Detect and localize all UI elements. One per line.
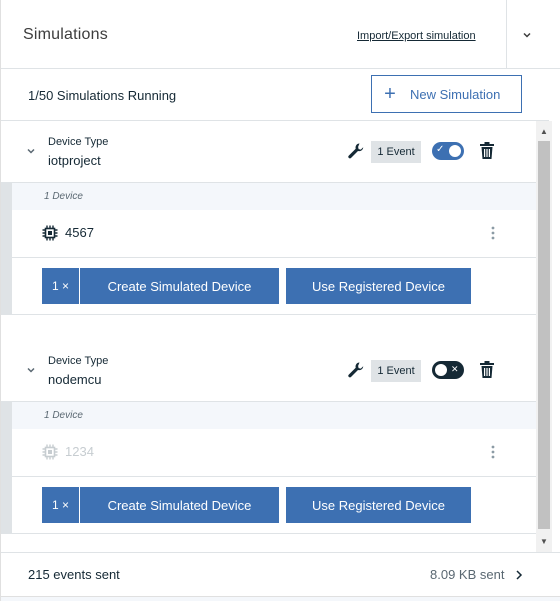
use-registered-device-button[interactable]: Use Registered Device [286, 487, 471, 523]
chevron-down-icon [523, 32, 531, 38]
running-count: 1/50 Simulations Running [28, 88, 177, 103]
checkmark-icon: ✓ [436, 144, 445, 155]
device-row[interactable]: 1234 [12, 429, 536, 477]
device-count-bar [12, 183, 536, 210]
scrollbar-thumb[interactable] [538, 141, 550, 529]
panel-bottom-edge [1, 596, 560, 601]
device-type-label: Device Type [48, 355, 109, 367]
wrench-icon[interactable] [347, 361, 365, 379]
simulation-toggle[interactable]: ✓ [432, 142, 464, 160]
vertical-scrollbar[interactable]: ▲ ▼ [536, 121, 552, 552]
device-type-label: Device Type [48, 136, 109, 148]
section-rail [1, 402, 12, 534]
new-simulation-button[interactable]: + New Simulation [371, 75, 522, 113]
section-spacer [1, 315, 536, 340]
use-registered-device-button[interactable]: Use Registered Device [286, 268, 471, 304]
device-count-label: 1 Device [44, 410, 83, 421]
scroll-down-arrow-icon[interactable]: ▼ [536, 533, 552, 550]
device-id: 4567 [65, 225, 94, 240]
trash-icon[interactable] [479, 361, 495, 379]
toggle-knob [449, 145, 461, 157]
import-export-link[interactable]: Import/Export simulation [357, 30, 476, 42]
simulations-panel: Simulations Import/Export simulation 1/5… [0, 0, 560, 601]
overflow-menu-icon[interactable] [488, 224, 498, 242]
event-count-badge[interactable]: 1 Event [371, 141, 421, 163]
chevron-down-icon[interactable] [25, 145, 37, 157]
chevron-down-icon[interactable] [25, 364, 37, 376]
device-section: 1 Device 1234 1 × Create Simulated Devic… [1, 402, 536, 534]
chip-icon [42, 225, 58, 241]
collapse-button[interactable] [507, 0, 547, 69]
device-actions: 1 × Create Simulated Device Use Register… [12, 258, 536, 315]
device-id: 1234 [65, 444, 94, 459]
device-row[interactable]: 4567 [12, 210, 536, 258]
toggle-knob [435, 364, 447, 376]
device-type-header: Device Type nodemcu 1 Event ✕ [1, 340, 536, 402]
data-sent[interactable]: 8.09 KB sent [430, 567, 504, 582]
plus-icon: + [384, 83, 396, 105]
device-count-bar [12, 402, 536, 429]
trash-icon[interactable] [479, 142, 495, 160]
device-type-header: Device Type iotproject 1 Event ✓ [1, 121, 536, 183]
simulation-list: Device Type iotproject 1 Event ✓ 1 Devic… [1, 121, 549, 552]
close-icon: ✕ [451, 364, 459, 374]
device-actions: 1 × Create Simulated Device Use Register… [12, 477, 536, 534]
wrench-icon[interactable] [347, 142, 365, 160]
create-simulated-device-button[interactable]: Create Simulated Device [80, 487, 279, 523]
quantity-selector[interactable]: 1 × [42, 268, 79, 304]
panel-header: Simulations Import/Export simulation [1, 0, 560, 69]
running-status-bar: 1/50 Simulations Running + New Simulatio… [1, 69, 549, 121]
device-section: 1 Device 4567 1 × Create Simulated Devic… [1, 183, 536, 315]
simulation-toggle[interactable]: ✕ [432, 361, 464, 379]
scroll-up-arrow-icon[interactable]: ▲ [536, 123, 552, 140]
new-simulation-label: New Simulation [410, 86, 501, 102]
quantity-selector[interactable]: 1 × [42, 487, 79, 523]
chevron-right-icon[interactable] [514, 569, 524, 581]
section-rail [1, 183, 12, 315]
create-simulated-device-button[interactable]: Create Simulated Device [80, 268, 279, 304]
chip-icon [42, 444, 58, 460]
panel-title: Simulations [23, 26, 108, 43]
device-type-name: iotproject [48, 153, 101, 168]
section-spacer [1, 534, 536, 552]
events-sent: 215 events sent [28, 567, 120, 582]
panel-footer: 215 events sent 8.09 KB sent [1, 552, 560, 596]
device-type-name: nodemcu [48, 372, 102, 387]
device-count-label: 1 Device [44, 191, 83, 202]
event-count-badge[interactable]: 1 Event [371, 360, 421, 382]
overflow-menu-icon[interactable] [488, 443, 498, 461]
